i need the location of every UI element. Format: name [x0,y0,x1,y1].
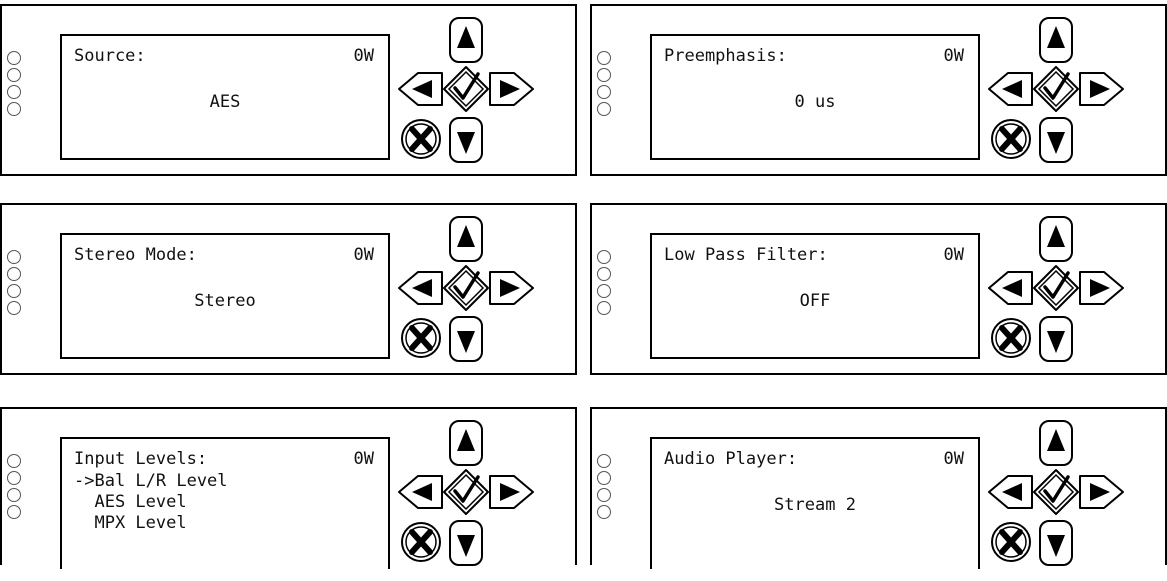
down-arrow-button[interactable] [449,316,483,362]
up-arrow-button[interactable] [1039,17,1073,63]
panel-source: Source: 0W AES [0,4,577,176]
navigation-keypad [398,216,534,362]
cancel-button[interactable] [401,318,441,358]
left-arrow-button[interactable] [398,475,443,509]
up-arrow-button[interactable] [449,216,483,262]
down-arrow-button[interactable] [449,520,483,566]
down-arrow-button[interactable] [1039,520,1073,566]
up-arrow-button[interactable] [1039,216,1073,262]
check-button[interactable] [1033,265,1079,311]
right-arrow-button[interactable] [1079,271,1124,305]
panel-preemphasis: Preemphasis: 0W 0 us [590,4,1167,176]
right-arrow-button[interactable] [489,72,534,106]
left-arrow-button[interactable] [988,475,1033,509]
check-button[interactable] [443,265,489,311]
down-arrow-button[interactable] [449,117,483,163]
cancel-button[interactable] [991,522,1031,562]
right-arrow-button[interactable] [489,475,534,509]
cancel-button[interactable] [401,119,441,159]
navigation-keypad [398,420,534,566]
navigation-keypad [988,216,1124,362]
navigation-keypad [988,17,1124,163]
down-arrow-button[interactable] [1039,316,1073,362]
panel-stereo-mode: Stereo Mode: 0W Stereo [0,203,577,375]
right-arrow-button[interactable] [1079,72,1124,106]
up-arrow-button[interactable] [449,17,483,63]
left-arrow-button[interactable] [988,271,1033,305]
up-arrow-button[interactable] [449,420,483,466]
up-arrow-button[interactable] [1039,420,1073,466]
cancel-button[interactable] [991,119,1031,159]
check-button[interactable] [1033,66,1079,112]
panel-input-levels: Input Levels: 0W ->Bal L/R Level AES Level… [0,407,577,569]
check-button[interactable] [1033,469,1079,515]
cancel-button[interactable] [991,318,1031,358]
check-button[interactable] [443,469,489,515]
left-arrow-button[interactable] [988,72,1033,106]
navigation-keypad [398,17,534,163]
down-arrow-button[interactable] [1039,117,1073,163]
left-arrow-button[interactable] [398,72,443,106]
right-arrow-button[interactable] [1079,475,1124,509]
cancel-button[interactable] [401,522,441,562]
left-arrow-button[interactable] [398,271,443,305]
panel-audio-player: Audio Player: 0W Stream 2 [590,407,1167,569]
right-arrow-button[interactable] [489,271,534,305]
check-button[interactable] [443,66,489,112]
navigation-keypad [988,420,1124,566]
panel-low-pass-filter: Low Pass Filter: 0W OFF [590,203,1167,375]
